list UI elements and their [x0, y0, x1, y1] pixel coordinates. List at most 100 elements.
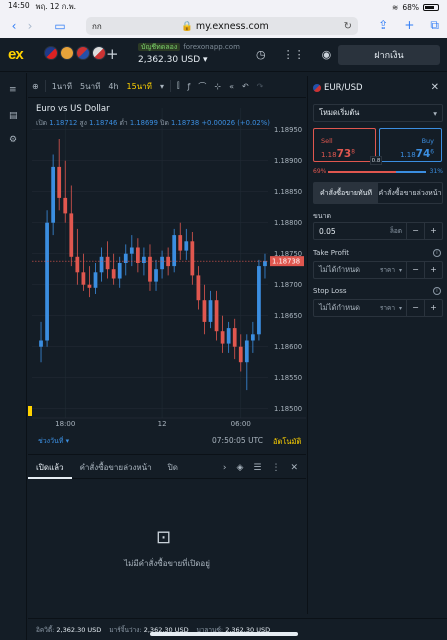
add-instrument-icon[interactable]: + [106, 45, 119, 63]
drawing-tools-icon[interactable]: ⌒ [194, 81, 210, 92]
candle-body [172, 235, 177, 267]
increase-button[interactable]: + [424, 223, 442, 239]
instrument-tab-flag-icon[interactable] [44, 46, 58, 60]
calendar-icon[interactable]: ▤ [9, 111, 18, 121]
tabs-icon[interactable]: ⧉ [430, 18, 439, 33]
stop-loss-input[interactable]: ไม่ได้กำหนด [314, 302, 360, 314]
deposit-button[interactable]: ฝากเงิน [338, 45, 440, 65]
stop-loss-label: Stop Loss [313, 287, 347, 295]
candlestick-chart[interactable]: 1.189501.189001.188501.188001.187501.187… [28, 98, 306, 451]
increase-button[interactable]: + [424, 300, 442, 316]
crosshair-icon[interactable]: ⊹ [210, 82, 225, 91]
forward-icon[interactable]: › [22, 19, 38, 33]
menu-list-icon[interactable]: ≡ [9, 85, 17, 95]
date-range-button[interactable]: ช่วงวันที่ ▾ [38, 436, 69, 447]
buy-button[interactable]: Buy 1.18746 [379, 128, 442, 162]
volume-stepper[interactable]: 0.05 ล็อต − + [313, 222, 443, 240]
x-tick-label: 12 [158, 420, 167, 428]
order-panel: EUR/USD ✕ โหมดเริ่มต้น ▾ Sell 1.18738 Bu… [307, 76, 447, 614]
timeframe-4h[interactable]: 4h [104, 82, 122, 91]
sell-button[interactable]: Sell 1.18738 [313, 128, 376, 162]
profile-icon[interactable]: ◉ [322, 48, 332, 61]
back-icon[interactable]: ‹ [6, 19, 22, 33]
stop-loss-field[interactable]: ไม่ได้กำหนด ราคา ▾ − + [313, 299, 443, 317]
decrease-button[interactable]: − [406, 262, 424, 278]
chart-scroll-handle [28, 406, 32, 416]
tab-market-order[interactable]: คำสั่งซื้อขายทันที [314, 183, 378, 203]
y-tick-label: 1.18850 [274, 188, 302, 196]
candle-body [190, 241, 195, 276]
divider [44, 80, 46, 92]
volume-input[interactable]: 0.05 [314, 227, 336, 236]
candle-body [208, 300, 213, 322]
sell-price: 1.18738 [321, 148, 355, 160]
timeframe-5m[interactable]: 5นาที [76, 80, 104, 93]
more-options-icon[interactable]: ⋮ [271, 463, 280, 473]
candle-body [63, 197, 68, 214]
candle-body [51, 166, 56, 223]
indicators-icon[interactable]: ƒ [184, 82, 195, 91]
volume-label: ขนาด [313, 212, 332, 220]
reload-icon[interactable]: ↻ [344, 21, 352, 32]
close-icon[interactable]: ✕ [290, 463, 298, 473]
status-time: 14:50 [8, 1, 30, 10]
price-chart[interactable]: 1.18950 1.18900 1.18850 1.18800 1.18750 1.187… [28, 97, 306, 450]
share-icon[interactable]: ⇪ [378, 18, 388, 33]
take-profit-field[interactable]: ไม่ได้กำหนด ราคา ▾ − + [313, 261, 443, 279]
status-date: พฤ. 12 ก.พ. [35, 2, 77, 11]
low-label: ต่ำ [119, 119, 128, 127]
close-icon[interactable]: ✕ [431, 82, 439, 93]
address-bar[interactable]: กก 🔒 my.exness.com ↻ [86, 17, 358, 35]
candle-body [105, 256, 110, 270]
candle-body [263, 261, 267, 267]
info-icon[interactable]: i [433, 287, 441, 295]
decrease-button[interactable]: − [406, 300, 424, 316]
reader-translate-button[interactable]: กก [92, 20, 102, 33]
take-profit-input[interactable]: ไม่ได้กำหนด [314, 264, 360, 276]
chevron-right-icon[interactable]: › [223, 463, 227, 473]
settings-icon[interactable]: ⚙ [9, 135, 17, 145]
increase-button[interactable]: + [424, 262, 442, 278]
order-mode-select[interactable]: โหมดเริ่มต้น ▾ [313, 104, 443, 122]
exness-logo[interactable]: ex [8, 46, 24, 63]
alarm-icon[interactable]: ◷ [256, 48, 266, 61]
account-balance: 2,362.30 USD [138, 55, 201, 65]
tab-pending-order[interactable]: คำสั่งซื้อขายล่วงหน้า [378, 183, 442, 203]
add-indicator-icon[interactable]: ⊕ [28, 82, 43, 91]
new-tab-icon[interactable]: + [404, 18, 414, 33]
candle-body [111, 269, 116, 279]
auto-scale-button[interactable]: อัตโนมัติ [273, 436, 301, 448]
stop-loss-unit-select[interactable]: ราคา [380, 303, 399, 313]
buy-price-big: 74 [415, 148, 431, 160]
candle-body [166, 256, 171, 267]
chart-type-icon[interactable]: ⫿ [173, 81, 184, 91]
candle-body [250, 334, 255, 341]
candle-body [214, 300, 219, 332]
collapse-left-icon[interactable]: « [225, 82, 238, 91]
candle-body [232, 328, 237, 347]
account-switcher[interactable]: บัญชีทดลอง forexonapp.com 2,362.30 USD ▾ [138, 42, 240, 65]
bookmarks-icon[interactable]: ▭ [52, 19, 68, 33]
take-profit-unit-select[interactable]: ราคา [380, 265, 399, 275]
info-icon[interactable]: i [433, 249, 441, 257]
tab-open[interactable]: เปิดแล้ว [28, 457, 72, 479]
candle-body [129, 247, 134, 254]
instrument-tab-flag-icon[interactable] [76, 46, 90, 60]
tab-closed[interactable]: ปิด [160, 457, 186, 479]
decrease-button[interactable]: − [406, 223, 424, 239]
left-sidebar: ≡ ▤ ⚙ [0, 73, 27, 640]
timeframe-1m[interactable]: 1นาที [48, 80, 76, 93]
undo-icon[interactable]: ↶ [238, 82, 253, 91]
close-value: 1.18738 [171, 119, 200, 127]
apps-grid-icon[interactable]: ⋮⋮ [283, 48, 305, 61]
layers-icon[interactable]: ◈ [236, 463, 243, 473]
briefcase-icon: ⊡ [156, 527, 172, 548]
redo-icon[interactable]: ↷ [253, 82, 268, 91]
timeframe-15m[interactable]: 15นาที [123, 80, 156, 93]
tab-pending[interactable]: คำสั่งซื้อขายล่วงหน้า [72, 457, 160, 479]
stack-icon[interactable]: ☰ [253, 463, 261, 473]
screen: 14:50 พฤ. 12 ก.พ. ≋ 68% ‹ › ▭ กก 🔒 my.ex… [0, 0, 447, 640]
instrument-tab-flag-icon[interactable] [92, 46, 106, 60]
instrument-tab-coin-icon[interactable] [60, 46, 74, 60]
chevron-down-icon[interactable]: ▾ [156, 82, 168, 91]
